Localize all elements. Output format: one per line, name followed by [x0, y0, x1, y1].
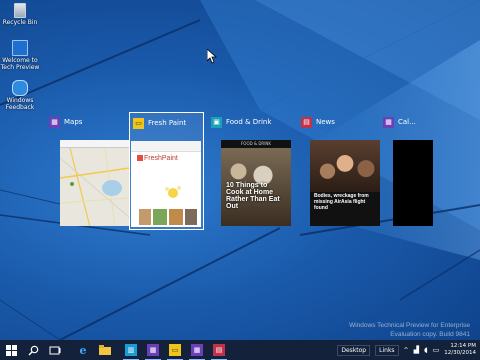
store-button[interactable]: ▥: [120, 340, 142, 360]
app-tile-icon: ▦: [147, 344, 159, 356]
windows-logo-icon: [5, 344, 17, 356]
maps-thumbnail: [60, 140, 130, 226]
map-preview: [60, 147, 130, 226]
mouse-cursor-icon: [207, 49, 217, 64]
recycle-bin-icon: [14, 3, 26, 18]
news-thumbnail: Bodies, wreckage from missing AirAsia fl…: [310, 140, 380, 226]
clock-date: 12/30/2014: [444, 350, 476, 356]
evaluation-watermark: Windows Technical Preview for Enterprise…: [349, 321, 470, 339]
food-drink-icon: ▣: [211, 116, 222, 128]
system-tray: Desktop Links ^ ▟ ◖ ▭ 12:14 PM 12/30/201…: [337, 340, 480, 360]
clock-time: 12:14 PM: [450, 343, 476, 349]
news-taskbar-icon: ▤: [213, 344, 225, 356]
task-calculator[interactable]: ▦ Cal...: [383, 112, 443, 228]
task-switcher: ▦ Maps ▭ Fresh Paint FreshPaint ▣ Food &…: [0, 112, 480, 232]
task-fresh-paint[interactable]: ▭ Fresh Paint FreshPaint: [129, 112, 204, 230]
start-button[interactable]: [0, 340, 22, 360]
store-icon: ▥: [125, 344, 137, 356]
file-explorer-button[interactable]: [94, 340, 116, 360]
links-toolbar[interactable]: Links: [375, 344, 399, 356]
chevron-up-icon[interactable]: ^: [404, 347, 409, 354]
news-icon: ▤: [301, 116, 312, 128]
task-maps-title: Maps: [64, 118, 83, 126]
network-icon[interactable]: ▟: [414, 346, 419, 354]
food-drink-thumbnail: FOOD & DRINK 10 Things to Cook at Home R…: [221, 140, 291, 226]
search-icon: [28, 345, 38, 355]
desktop-toolbar[interactable]: Desktop: [337, 344, 371, 356]
recycle-bin-label: Recycle Bin: [2, 19, 38, 26]
fresh-paint-preview: [139, 186, 197, 225]
news-image: [310, 140, 380, 192]
calculator-thumbnail: [393, 140, 433, 226]
task-food-drink[interactable]: ▣ Food & Drink FOOD & DRINK 10 Things to…: [210, 112, 291, 228]
welcome-desktop-icon[interactable]: Welcome to Tech Preview: [0, 40, 40, 71]
watermark-line-2: Evaluation copy. Build 9841: [390, 331, 470, 338]
feedback-label: Windows Feedback: [5, 97, 35, 111]
food-drink-header-text: FOOD & DRINK: [221, 140, 291, 148]
feedback-icon: [12, 80, 28, 96]
task-fresh-paint-title: Fresh Paint: [148, 119, 187, 127]
internet-explorer-button[interactable]: e: [72, 340, 94, 360]
taskbar-fresh-paint[interactable]: ▭: [164, 340, 186, 360]
task-view-icon: [49, 346, 61, 354]
search-button[interactable]: [22, 340, 44, 360]
task-news-header: ▤ News: [301, 116, 335, 128]
volume-icon[interactable]: ◖: [424, 346, 428, 354]
watermark-line-1: Windows Technical Preview for Enterprise: [349, 322, 470, 329]
food-drink-headline: 10 Things to Cook at Home Rather Than Ea…: [226, 182, 280, 210]
clock[interactable]: 12:14 PM 12/30/2014: [444, 343, 476, 357]
task-food-drink-title: Food & Drink: [226, 118, 272, 126]
recycle-bin-desktop-icon[interactable]: Recycle Bin: [0, 3, 40, 26]
folder-icon: [99, 345, 111, 355]
news-headline: Bodies, wreckage from missing AirAsia fl…: [314, 193, 369, 211]
taskbar-maps[interactable]: ▦: [186, 340, 208, 360]
fresh-paint-icon: ▭: [133, 117, 144, 129]
fresh-paint-logo: FreshPaint: [137, 155, 178, 162]
action-center-icon[interactable]: ▭: [433, 346, 440, 354]
task-calculator-header: ▦ Cal...: [383, 116, 416, 128]
maps-icon: ▦: [49, 116, 60, 128]
maps-taskbar-icon: ▦: [191, 344, 203, 356]
fresh-paint-logo-text: FreshPaint: [144, 155, 178, 162]
taskbar-app-1[interactable]: ▦: [142, 340, 164, 360]
internet-explorer-icon: e: [79, 343, 87, 357]
task-maps[interactable]: ▦ Maps: [49, 112, 130, 228]
welcome-label: Welcome to Tech Preview: [0, 57, 40, 71]
fresh-paint-thumbnail: FreshPaint: [131, 141, 201, 227]
task-news[interactable]: ▤ News Bodies, wreckage from missing Air…: [300, 112, 380, 228]
feedback-desktop-icon[interactable]: Windows Feedback: [0, 80, 40, 111]
task-news-title: News: [316, 118, 335, 126]
taskbar: e ▥ ▦ ▭ ▦ ▤ Desktop Links ^ ▟ ◖ ▭ 12:14 …: [0, 340, 480, 360]
task-food-drink-header: ▣ Food & Drink: [211, 116, 271, 128]
task-calculator-title: Cal...: [398, 118, 416, 126]
task-fresh-paint-header: ▭ Fresh Paint: [133, 117, 186, 129]
welcome-icon: [12, 40, 28, 56]
task-maps-header: ▦ Maps: [49, 116, 82, 128]
task-view-button[interactable]: [44, 340, 66, 360]
calculator-icon: ▦: [383, 116, 394, 128]
fresh-paint-taskbar-icon: ▭: [169, 344, 181, 356]
taskbar-news[interactable]: ▤: [208, 340, 230, 360]
